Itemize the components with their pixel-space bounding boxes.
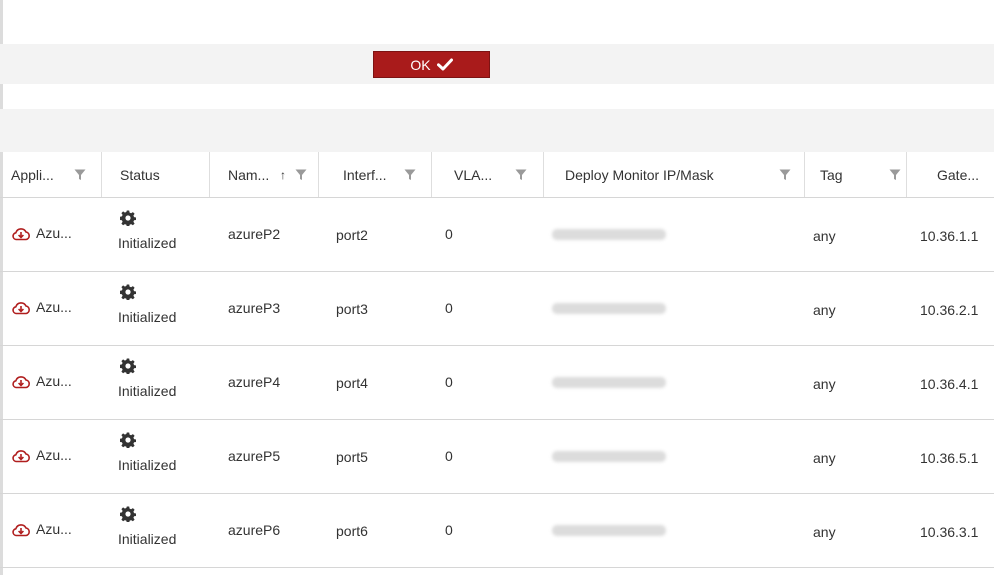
column-separator[interactable]	[906, 152, 907, 197]
cell-interface: port5	[336, 449, 368, 465]
column-header-tag[interactable]: Tag	[820, 152, 843, 197]
cell-gateway: 10.36.3.1	[920, 524, 979, 540]
column-header-label: Gate...	[937, 166, 980, 183]
table-body: Azu... Initialized azureP2 port2 0 any 10.36.1…	[0, 198, 994, 568]
redacted-deploy-monitor-ip	[552, 525, 666, 536]
cell-vlan: 0	[445, 448, 453, 464]
column-separator[interactable]	[318, 152, 319, 197]
ok-button-label: OK	[410, 56, 431, 73]
cell-vlan: 0	[445, 522, 453, 538]
gear-icon	[119, 432, 176, 453]
cell-name: azureP6	[228, 522, 281, 538]
column-header-name[interactable]: Nam...	[228, 152, 269, 197]
cell-application: Azu...	[36, 299, 72, 315]
table-row[interactable]: Azu... Initialized azureP3 port3 0 any 10.36.2…	[0, 272, 994, 346]
cell-status: Initialized	[118, 210, 176, 251]
filter-icon[interactable]	[295, 168, 307, 180]
sort-ascending-icon[interactable]: ↑	[280, 152, 286, 197]
azure-cloud-icon	[11, 375, 31, 394]
filter-icon[interactable]	[779, 168, 791, 180]
cell-name: azureP3	[228, 300, 281, 316]
table-row[interactable]: Azu... Initialized azureP5 port5 0 any 10.36.5…	[0, 420, 994, 494]
cell-name: azureP5	[228, 448, 281, 464]
cell-interface: port4	[336, 375, 368, 391]
cell-application: Azu...	[36, 447, 72, 463]
cell-application: Azu...	[36, 521, 72, 537]
cell-tag: any	[813, 376, 836, 392]
filter-icon[interactable]	[889, 168, 901, 180]
cell-application: Azu...	[36, 225, 72, 241]
redacted-deploy-monitor-ip	[552, 377, 666, 388]
column-separator[interactable]	[209, 152, 210, 197]
column-header-status[interactable]: Status	[120, 152, 160, 197]
azure-cloud-icon	[11, 301, 31, 320]
redacted-deploy-monitor-ip	[552, 229, 666, 240]
status-text: Initialized	[118, 235, 177, 251]
column-header-label: Appli...	[11, 166, 54, 183]
cell-gateway: 10.36.1.1	[920, 228, 979, 244]
gear-icon	[119, 358, 176, 379]
cell-status: Initialized	[118, 432, 176, 473]
cell-name: azureP2	[228, 226, 281, 242]
cell-interface: port6	[336, 523, 368, 539]
azure-cloud-icon	[11, 449, 31, 468]
gear-icon	[119, 210, 176, 231]
column-header-label: Status	[120, 166, 160, 183]
column-header-label: Interf...	[343, 166, 387, 183]
filter-icon[interactable]	[404, 168, 416, 180]
cell-tag: any	[813, 450, 836, 466]
cell-tag: any	[813, 302, 836, 318]
status-text: Initialized	[118, 309, 177, 325]
cell-status: Initialized	[118, 506, 176, 547]
azure-cloud-icon	[11, 227, 31, 246]
status-text: Initialized	[118, 383, 177, 399]
column-header-gateway[interactable]: Gate...	[937, 152, 979, 197]
cell-gateway: 10.36.2.1	[920, 302, 979, 318]
azure-cloud-icon	[11, 523, 31, 542]
toolbar-band	[0, 109, 994, 152]
column-separator[interactable]	[804, 152, 805, 197]
table-header: Appli... Status Nam... ↑ Interf... VLA... Depl…	[0, 152, 994, 198]
cell-vlan: 0	[445, 226, 453, 242]
cell-name: azureP4	[228, 374, 281, 390]
column-header-label: Nam...	[228, 166, 270, 183]
column-separator[interactable]	[431, 152, 432, 197]
column-separator[interactable]	[101, 152, 102, 197]
cell-status: Initialized	[118, 358, 176, 399]
cell-tag: any	[813, 228, 836, 244]
table-row[interactable]: Azu... Initialized azureP2 port2 0 any 10.36.1…	[0, 198, 994, 272]
column-header-vlan[interactable]: VLA...	[454, 152, 492, 197]
gear-icon	[119, 284, 176, 305]
table-row[interactable]: Azu... Initialized azureP6 port6 0 any 10.36.3…	[0, 494, 994, 568]
cell-application: Azu...	[36, 373, 72, 389]
ok-button[interactable]: OK	[373, 51, 490, 78]
interfaces-table: Appli... Status Nam... ↑ Interf... VLA... Depl…	[0, 152, 994, 568]
column-separator[interactable]	[543, 152, 544, 197]
filter-icon[interactable]	[515, 168, 527, 180]
cell-tag: any	[813, 524, 836, 540]
column-header-label: Tag	[820, 166, 843, 183]
status-text: Initialized	[118, 531, 177, 547]
redacted-deploy-monitor-ip	[552, 451, 666, 462]
gear-icon	[119, 506, 176, 527]
cell-vlan: 0	[445, 374, 453, 390]
cell-interface: port3	[336, 301, 368, 317]
column-header-application[interactable]: Appli...	[11, 152, 54, 197]
column-header-interface[interactable]: Interf...	[343, 152, 387, 197]
ok-bar	[0, 44, 994, 84]
cell-interface: port2	[336, 227, 368, 243]
cell-gateway: 10.36.4.1	[920, 376, 979, 392]
column-header-label: VLA...	[454, 166, 493, 183]
table-row[interactable]: Azu... Initialized azureP4 port4 0 any 10.36.4…	[0, 346, 994, 420]
cell-vlan: 0	[445, 300, 453, 316]
checkmark-icon	[436, 58, 453, 71]
cell-status: Initialized	[118, 284, 176, 325]
redacted-deploy-monitor-ip	[552, 303, 666, 314]
column-header-deploy_monitor[interactable]: Deploy Monitor IP/Mask	[565, 152, 714, 197]
status-text: Initialized	[118, 457, 177, 473]
column-header-label: Deploy Monitor IP/Mask	[565, 166, 714, 183]
filter-icon[interactable]	[74, 168, 86, 180]
cell-gateway: 10.36.5.1	[920, 450, 979, 466]
